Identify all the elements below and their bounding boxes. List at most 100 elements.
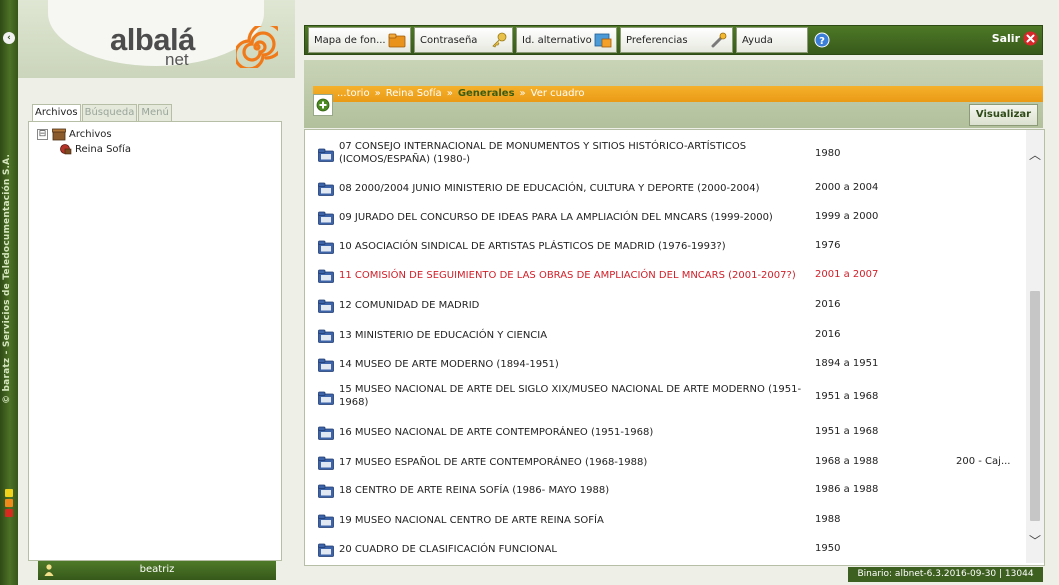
breadcrumb-item-current: Ver cuadro (530, 88, 585, 99)
folder-icon (318, 269, 334, 283)
folder-icon (318, 182, 334, 196)
list-item-title: 18 CENTRO DE ARTE REINA SOFÍA (1986- MAY… (339, 485, 610, 496)
status-dot-yellow (5, 489, 13, 497)
wrench-icon (711, 32, 727, 48)
list-item[interactable]: 08 2000/2004 JUNIO MINISTERIO DE EDUCACI… (305, 181, 1025, 197)
folder-icon (318, 484, 334, 498)
list-item[interactable]: 09 JURADO DEL CONCURSO DE IDEAS PARA LA … (305, 210, 1025, 226)
logo-subword: net (165, 50, 189, 69)
list-item[interactable]: 10 ASOCIACIÓN SINDICAL DE ARTISTAS PLÁST… (305, 239, 1025, 255)
exit-label: Salir (991, 32, 1020, 45)
status-dot-orange (5, 499, 13, 507)
list-item-title: 10 ASOCIACIÓN SINDICAL DE ARTISTAS PLÁST… (339, 241, 726, 252)
archive-item-icon (60, 144, 72, 155)
list-item[interactable]: 16 MUSEO NACIONAL DE ARTE CONTEMPORÁNEO … (305, 425, 1025, 441)
scroll-thumb[interactable] (1030, 291, 1040, 521)
folder-icon (318, 543, 334, 557)
list-item[interactable]: 11 COMISIÓN DE SEGUIMIENTO DE LAS OBRAS … (305, 268, 1025, 284)
list-item[interactable]: 18 CENTRO DE ARTE REINA SOFÍA (1986- MAY… (305, 483, 1025, 499)
help-icon[interactable]: ? (814, 32, 830, 48)
tree-node-archivos[interactable]: ⊟ Archivos (37, 126, 112, 142)
breadcrumb-item[interactable]: Reina Sofía (386, 88, 442, 99)
breadcrumb-separator: » (374, 88, 381, 99)
close-icon (1023, 31, 1038, 46)
folder-icon (318, 329, 334, 343)
list-item-date: 1894 a 1951 (815, 358, 879, 369)
list-item[interactable]: 17 MUSEO ESPAÑOL DE ARTE CONTEMPORÁNEO (… (305, 455, 1025, 471)
visualizar-button[interactable]: Visualizar (969, 104, 1038, 126)
list-item-title: 12 COMUNIDAD DE MADRID (339, 300, 480, 311)
folder-icon (318, 514, 334, 528)
toolbar-button-label: Mapa de fon... (314, 34, 386, 46)
list-item-date: 2001 a 2007 (815, 269, 879, 280)
folder-icon (318, 358, 334, 372)
list-item-title: 14 MUSEO DE ARTE MODERNO (1894-1951) (339, 359, 559, 370)
list-item[interactable]: 20 CUADRO DE CLASIFICACIÓN FUNCIONAL 1950 (305, 542, 1025, 558)
list-item-date: 1951 a 1968 (815, 426, 879, 437)
tab-archivos[interactable]: Archivos (32, 104, 81, 122)
add-button[interactable] (313, 94, 333, 116)
list-item[interactable]: 14 MUSEO DE ARTE MODERNO (1894-1951) 1894… (305, 357, 1025, 373)
breadcrumb-item[interactable]: Generales (458, 88, 515, 99)
preferencias-button[interactable]: Preferencias (620, 27, 733, 53)
tab-busqueda[interactable]: Búsqueda (81, 104, 138, 122)
add-circle-icon (316, 98, 330, 112)
list-item-title: 20 CUADRO DE CLASIFICACIÓN FUNCIONAL (339, 544, 557, 555)
list-item-title: 19 MUSEO NACIONAL CENTRO DE ARTE REINA S… (339, 515, 604, 526)
breadcrumb-separator: » (519, 88, 526, 99)
vertical-copyright-text: © baratz - Servicios de Teledocumentació… (2, 153, 12, 404)
top-toolbar: Mapa de fon... Contraseña Id. alternativ… (304, 25, 1043, 55)
contrasena-button[interactable]: Contraseña (414, 27, 513, 53)
list-item-date: 1976 (815, 240, 841, 251)
list-item-title: 15 MUSEO NACIONAL DE ARTE DEL SIGLO XIX/… (339, 384, 802, 408)
list-item-title: 16 MUSEO NACIONAL DE ARTE CONTEMPORÁNEO … (339, 427, 654, 438)
list-item-date: 2000 a 2004 (815, 182, 879, 193)
salir-button[interactable]: Salir (992, 31, 1038, 46)
list-item-title: 07 CONSEJO INTERNACIONAL DE MONUMENTOS Y… (339, 141, 747, 165)
list-item-date: 2016 (815, 299, 841, 310)
folder-icon (318, 148, 334, 162)
id-alternativo-button[interactable]: Id. alternativo (516, 27, 617, 53)
cuadro-list: 07 CONSEJO INTERNACIONAL DE MONUMENTOS Y… (304, 129, 1045, 566)
list-item[interactable]: 07 CONSEJO INTERNACIONAL DE MONUMENTOS Y… (305, 140, 1025, 170)
list-item-date: 1951 a 1968 (815, 391, 879, 402)
status-bar: Binario: albnet-6.3.2016-09-30 | 13044 (848, 567, 1043, 582)
list-item-title: 09 JURADO DEL CONCURSO DE IDEAS PARA LA … (339, 212, 773, 223)
logo-header: albalá net (18, 0, 295, 78)
breadcrumb-separator: » (446, 88, 453, 99)
scroll-down-arrow[interactable]: ﹀ (1029, 532, 1041, 549)
list-item-date: 1968 a 1988 (815, 456, 879, 467)
toolbar-button-label: Ayuda (742, 34, 773, 46)
vertical-scrollbar[interactable]: ︿ ﹀ (1026, 130, 1044, 563)
list-item-date: 1950 (815, 543, 841, 554)
tree-node-reina-sofia[interactable]: Reina Sofía (59, 141, 131, 157)
list-item[interactable]: 15 MUSEO NACIONAL DE ARTE DEL SIGLO XIX/… (305, 383, 1025, 413)
toolbar-button-label: Id. alternativo (522, 34, 592, 46)
list-item-date: 1980 (815, 148, 841, 159)
list-item-title: 11 COMISIÓN DE SEGUIMIENTO DE LAS OBRAS … (339, 270, 796, 281)
list-item-date: 1988 (815, 514, 841, 525)
list-item-date: 1986 a 1988 (815, 484, 879, 495)
ayuda-button[interactable]: Ayuda (736, 27, 808, 53)
breadcrumb-item[interactable]: ...torio (337, 88, 370, 99)
scroll-up-arrow[interactable]: ︿ (1029, 146, 1041, 163)
toolbar-button-label: Preferencias (626, 34, 688, 46)
tree-collapse-icon[interactable]: ⊟ (37, 128, 48, 140)
key-icon (492, 32, 507, 48)
mapa-de-fondos-button[interactable]: Mapa de fon... (308, 27, 411, 53)
user-name: beatriz (139, 564, 175, 575)
albala-logo: albalá net (110, 22, 278, 69)
tree-node-label: Reina Sofía (75, 143, 131, 155)
tab-menu[interactable]: Menú (138, 104, 172, 122)
id-card-icon (594, 33, 612, 48)
folder-icon (318, 391, 334, 405)
list-item[interactable]: 19 MUSEO NACIONAL CENTRO DE ARTE REINA S… (305, 513, 1025, 529)
list-item-title: 08 2000/2004 JUNIO MINISTERIO DE EDUCACI… (339, 183, 760, 194)
folder-icon (318, 211, 334, 225)
list-item[interactable]: 13 MINISTERIO DE EDUCACIÓN Y CIENCIA 2016 (305, 328, 1025, 344)
collapse-panel-button[interactable]: ‹ (3, 32, 15, 44)
folder-icon (318, 456, 334, 470)
breadcrumb: ...torio » Reina Sofía » Generales » Ver cuadr… (313, 86, 1043, 102)
folder-map-icon (388, 33, 406, 48)
list-item[interactable]: 12 COMUNIDAD DE MADRID 2016 (305, 298, 1025, 314)
